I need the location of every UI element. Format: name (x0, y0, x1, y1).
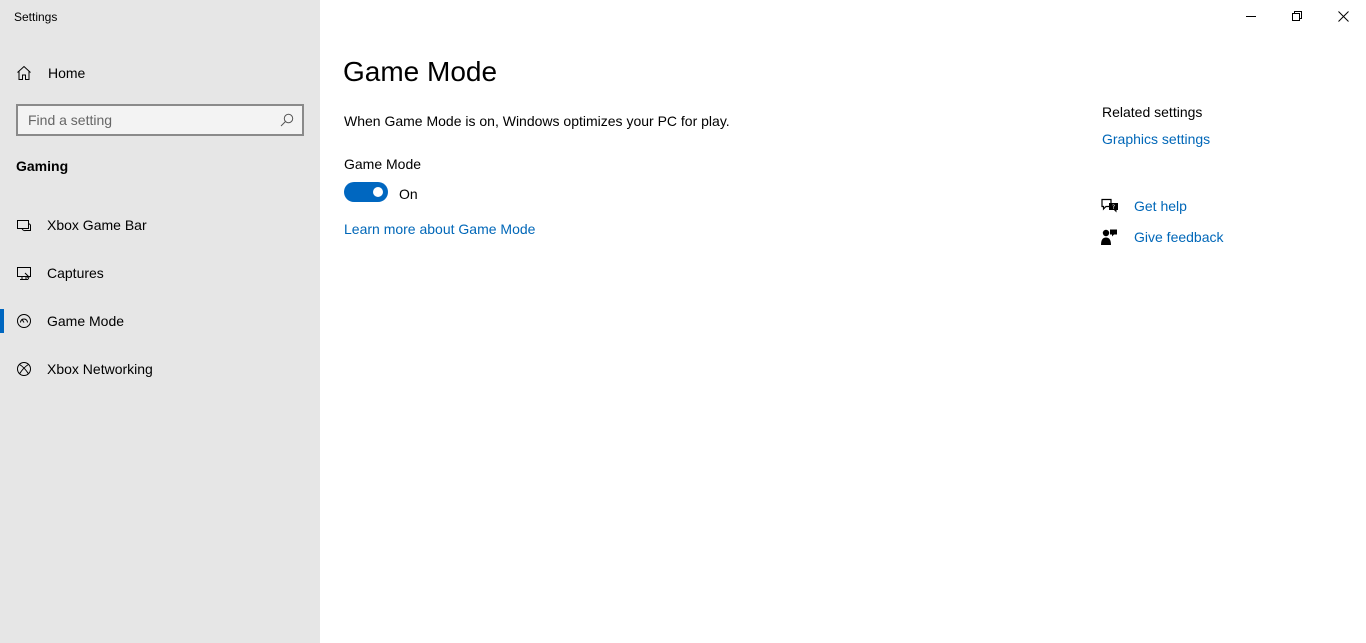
sidebar-item-xbox-game-bar[interactable]: Xbox Game Bar (0, 201, 320, 249)
page-description: When Game Mode is on, Windows optimizes … (344, 113, 730, 129)
learn-more-link[interactable]: Learn more about Game Mode (344, 221, 535, 237)
sidebar-item-label: Game Mode (47, 313, 125, 329)
related-settings-title: Related settings (1102, 104, 1203, 120)
search-input[interactable] (18, 106, 270, 134)
sidebar: Settings Home Gaming Xbox Game Bar (0, 0, 320, 643)
close-icon (1337, 10, 1349, 22)
captures-icon (17, 267, 31, 280)
page-title: Game Mode (343, 56, 498, 87)
minimize-icon (1246, 16, 1256, 17)
sidebar-item-game-mode[interactable]: Game Mode (0, 297, 320, 345)
settings-window: Settings Home Gaming Xbox Game Bar (0, 0, 1366, 643)
toggle-knob (373, 187, 383, 197)
search-box (16, 104, 304, 136)
sidebar-item-label: Xbox Game Bar (47, 217, 147, 233)
minimize-button[interactable] (1228, 0, 1274, 32)
give-feedback-row[interactable]: Give feedback (1100, 226, 1300, 248)
xbox-game-bar-icon (17, 220, 31, 232)
game-mode-toggle-label: Game Mode (344, 156, 422, 172)
get-help-row[interactable]: ? Get help (1100, 195, 1300, 217)
restore-button[interactable] (1274, 0, 1320, 32)
sidebar-item-label: Xbox Networking (47, 361, 153, 377)
get-help-link[interactable]: Get help (1134, 198, 1187, 214)
section-title: Gaming (16, 158, 69, 174)
svg-text:?: ? (1112, 204, 1115, 211)
sidebar-nav: Xbox Game Bar Captures Game Mode Xbox Ne… (0, 201, 320, 393)
search-icon[interactable] (280, 113, 294, 127)
toggle-state-text: On (399, 186, 418, 202)
selection-indicator (0, 309, 4, 333)
game-mode-icon (17, 314, 31, 328)
xbox-icon (17, 362, 31, 376)
graphics-settings-link[interactable]: Graphics settings (1102, 131, 1210, 147)
home-icon (17, 65, 31, 80)
chat-help-icon: ? (1101, 198, 1118, 213)
sidebar-item-captures[interactable]: Captures (0, 249, 320, 297)
game-mode-toggle[interactable] (344, 182, 388, 202)
sidebar-item-home[interactable]: Home (0, 56, 320, 90)
feedback-icon (1101, 229, 1117, 245)
sidebar-item-xbox-networking[interactable]: Xbox Networking (0, 345, 320, 393)
sidebar-item-label: Captures (47, 265, 104, 281)
give-feedback-link[interactable]: Give feedback (1134, 229, 1224, 245)
sidebar-item-label: Home (48, 65, 86, 81)
close-button[interactable] (1320, 0, 1366, 32)
app-title: Settings (14, 10, 58, 24)
restore-icon (1292, 11, 1302, 21)
